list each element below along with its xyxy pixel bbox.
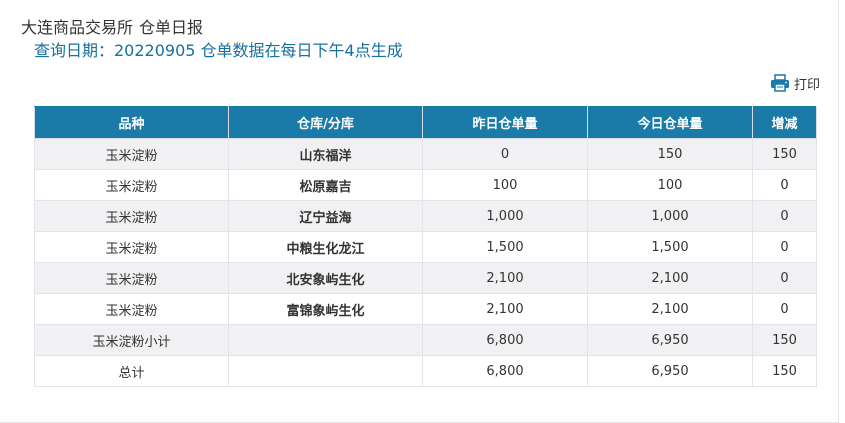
exchange-name: 大连商品交易所	[21, 18, 134, 37]
print-button[interactable]: 打印	[770, 73, 820, 93]
cell-variety: 玉米淀粉	[34, 262, 229, 294]
total-row: 总计 6,800 6,950 150	[34, 355, 817, 387]
cell-warehouse: 山东福洋	[228, 138, 423, 170]
table-row: 玉米淀粉 中粮生化龙江 1,500 1,500 0	[34, 231, 817, 263]
cell-change: 150	[752, 138, 817, 170]
cell-warehouse: 中粮生化龙江	[228, 231, 423, 263]
cell-variety: 玉米淀粉	[34, 200, 229, 232]
subtotal-row: 玉米淀粉小计 6,800 6,950 150	[34, 324, 817, 356]
cell-today-qty: 100	[587, 169, 753, 201]
cell-yesterday-qty: 1,000	[422, 200, 588, 232]
page-title: 大连商品交易所 仓单日报	[21, 18, 203, 38]
cell-today-qty: 6,950	[587, 324, 753, 356]
col-header-change[interactable]: 增减	[752, 106, 817, 139]
cell-variety: 玉米淀粉小计	[34, 324, 229, 356]
cell-today-qty: 1,500	[587, 231, 753, 263]
cell-yesterday-qty: 1,500	[422, 231, 588, 263]
cell-change: 0	[752, 231, 817, 263]
table-row: 玉米淀粉 山东福洋 0 150 150	[34, 138, 817, 170]
printer-icon	[770, 74, 790, 92]
cell-variety: 总计	[34, 355, 229, 387]
cell-warehouse	[228, 324, 423, 356]
cell-today-qty: 1,000	[587, 200, 753, 232]
cell-warehouse: 富锦象屿生化	[228, 293, 423, 325]
cell-warehouse: 松原嘉吉	[228, 169, 423, 201]
table-row: 玉米淀粉 松原嘉吉 100 100 0	[34, 169, 817, 201]
col-header-warehouse[interactable]: 仓库/分库	[228, 106, 423, 139]
cell-warehouse: 辽宁益海	[228, 200, 423, 232]
cell-yesterday-qty: 6,800	[422, 355, 588, 387]
col-header-variety[interactable]: 品种	[34, 106, 229, 139]
cell-variety: 玉米淀粉	[34, 231, 229, 263]
cell-change: 150	[752, 324, 817, 356]
cell-change: 0	[752, 169, 817, 201]
cell-variety: 玉米淀粉	[34, 293, 229, 325]
cell-change: 150	[752, 355, 817, 387]
query-date-line: 查询日期：20220905 仓单数据在每日下午4点生成	[34, 41, 403, 60]
table-header-row: 品种 仓库/分库 昨日仓单量 今日仓单量 增减	[34, 106, 817, 139]
print-label: 打印	[794, 77, 821, 93]
cell-change: 0	[752, 200, 817, 232]
cell-yesterday-qty: 0	[422, 138, 588, 170]
table-row: 玉米淀粉 辽宁益海 1,000 1,000 0	[34, 200, 817, 232]
cell-change: 0	[752, 293, 817, 325]
cell-change: 0	[752, 262, 817, 294]
cell-variety: 玉米淀粉	[34, 169, 229, 201]
warehouse-receipt-table: 品种 仓库/分库 昨日仓单量 今日仓单量 增减 玉米淀粉 山东福洋 0 150 …	[34, 106, 817, 387]
report-panel: 大连商品交易所 仓单日报 查询日期：20220905 仓单数据在每日下午4点生成 …	[0, 0, 839, 423]
col-header-yesterday-qty[interactable]: 昨日仓单量	[422, 106, 588, 139]
cell-yesterday-qty: 6,800	[422, 324, 588, 356]
cell-today-qty: 2,100	[587, 262, 753, 294]
cell-warehouse: 北安象屿生化	[228, 262, 423, 294]
cell-today-qty: 2,100	[587, 293, 753, 325]
table-row: 玉米淀粉 富锦象屿生化 2,100 2,100 0	[34, 293, 817, 325]
cell-today-qty: 150	[587, 138, 753, 170]
cell-yesterday-qty: 100	[422, 169, 588, 201]
cell-yesterday-qty: 2,100	[422, 262, 588, 294]
cell-yesterday-qty: 2,100	[422, 293, 588, 325]
report-name: 仓单日报	[139, 18, 204, 37]
col-header-today-qty[interactable]: 今日仓单量	[587, 106, 753, 139]
cell-variety: 玉米淀粉	[34, 138, 229, 170]
cell-warehouse	[228, 355, 423, 387]
table-row: 玉米淀粉 北安象屿生化 2,100 2,100 0	[34, 262, 817, 294]
cell-today-qty: 6,950	[587, 355, 753, 387]
